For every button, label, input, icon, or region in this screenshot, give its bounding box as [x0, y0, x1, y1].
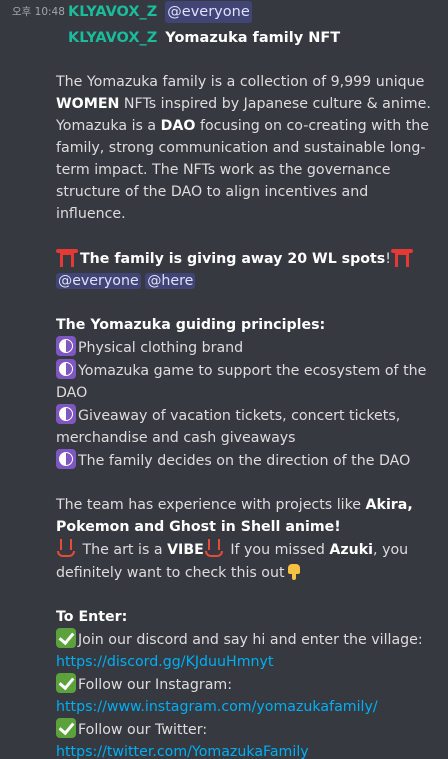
message-title-row: KLYAVOX_Z Yomazuka family NFT [68, 27, 340, 49]
giveaway-text: The family is giving away 20 WL spots [80, 251, 386, 267]
enter-step: Join our discord and say hi and enter th… [56, 628, 440, 651]
enter-step: Follow our Instagram: [56, 673, 440, 696]
principle-text: Giveaway of vacation tickets, concert ti… [56, 408, 401, 446]
yin-yang-icon [56, 404, 76, 424]
principle-text: Physical clothing brand [78, 340, 244, 356]
instagram-link[interactable]: https://www.instagram.com/yomazukafamily… [56, 699, 378, 715]
enter-heading: To Enter: [56, 609, 128, 625]
yin-yang-icon [56, 449, 76, 469]
check-mark-icon [56, 628, 76, 648]
intro-paragraph: The Yomazuka family is a collection of 9… [56, 71, 440, 225]
message-timestamp: 오후 10:48 [12, 6, 65, 18]
principle-item: Physical clothing brand [56, 336, 440, 359]
yin-yang-icon [56, 359, 76, 379]
team-text-2: The art is a [78, 542, 168, 558]
enter-step-text: Follow our Instagram: [78, 677, 232, 693]
message-content: The Yomazuka family is a collection of 9… [56, 71, 440, 759]
torii-gate-icon [390, 247, 413, 267]
discord-link[interactable]: https://discord.gg/KJduuHmnyt [56, 654, 273, 670]
mention-everyone-header[interactable]: @everyone [165, 1, 252, 23]
team-text-3: If you missed [225, 542, 330, 558]
team-bold-vibe: VIBE [167, 542, 204, 558]
author-name[interactable]: KLYAVOX_Z [68, 1, 157, 23]
intro-text-1: The Yomazuka family is a collection of 9… [56, 74, 425, 90]
giveaway-line: The family is giving away 20 WL spots! [56, 247, 440, 270]
mention-here[interactable]: @here [145, 273, 196, 289]
torii-gate-icon [56, 247, 78, 267]
yin-yang-icon [56, 336, 76, 356]
principle-text: Yomazuka game to support the ecosystem o… [56, 363, 427, 401]
hot-springs-icon [204, 538, 224, 558]
principle-item: Giveaway of vacation tickets, concert ti… [56, 404, 440, 449]
enter-step-text: Join our discord and say hi and enter th… [78, 632, 423, 648]
twitter-link[interactable]: https://twitter.com/YomazukaFamily [56, 744, 309, 759]
check-mark-icon [56, 673, 76, 693]
giveaway-mentions: @everyone @here [56, 270, 440, 292]
team-bold-azuki: Azuki [329, 542, 374, 558]
hot-springs-icon [56, 538, 76, 558]
mention-everyone[interactable]: @everyone [56, 273, 141, 289]
team-paragraph: The team has experience with projects li… [56, 494, 440, 584]
principle-text: The family decides on the direction of t… [78, 453, 411, 469]
discord-message: 오후 10:48 KLYAVOX_Z @everyone KLYAVOX_Z Y… [0, 0, 448, 759]
principles-heading: The Yomazuka guiding principles: [56, 317, 326, 333]
team-text-1: The team has experience with projects li… [56, 497, 366, 513]
enter-step-text: Follow our Twitter: [78, 722, 208, 738]
message-title: Yomazuka family NFT [165, 30, 341, 46]
intro-bold-women: WOMEN [56, 96, 120, 112]
pointing-down-icon [285, 561, 303, 581]
author-name-repeat[interactable]: KLYAVOX_Z [68, 27, 157, 49]
check-mark-icon [56, 718, 76, 738]
principle-item: Yomazuka game to support the ecosystem o… [56, 359, 440, 404]
enter-step: Follow our Twitter: [56, 718, 440, 741]
intro-bold-dao: DAO [160, 118, 196, 134]
principle-item: The family decides on the direction of t… [56, 449, 440, 472]
message-header: 오후 10:48 KLYAVOX_Z @everyone [0, 1, 252, 23]
